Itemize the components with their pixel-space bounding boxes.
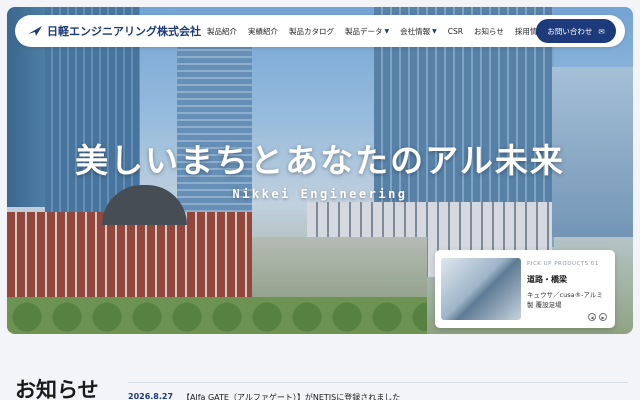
pickup-description: キュウサ／cusa®-アルミ製 覆設足場 — [527, 291, 603, 309]
pickup-title: 道路・橋梁 — [527, 275, 567, 284]
caret-down-icon: ▼ — [432, 27, 437, 35]
nav-item-catalog[interactable]: 製品カタログ — [289, 26, 334, 37]
nav-item-label: 実績紹介 — [248, 26, 278, 36]
nav-item-company[interactable]: 会社情報 ▼ — [400, 26, 437, 37]
nav-item-label: 製品データ — [345, 26, 383, 36]
nav-item-label: CSR — [447, 26, 463, 36]
next-icon[interactable]: ▶ — [599, 313, 607, 321]
nav-item-product-data[interactable]: 製品データ ▼ — [345, 26, 389, 37]
pickup-image — [441, 258, 521, 320]
hero-headline: 美しいまちとあなたのアル未来 — [75, 141, 565, 180]
nav-item-label: 製品紹介 — [207, 26, 237, 36]
pickup-controls: ◀ ▶ — [588, 313, 607, 321]
mail-icon: ✉ — [598, 26, 605, 36]
pickup-eyebrow: PICK UP PRODUCTS 01 — [527, 261, 599, 267]
nav-item-label: お知らせ — [473, 26, 504, 36]
logo-text: 日軽エンジニアリング株式会社 — [47, 25, 201, 38]
nav-item-news[interactable]: お知らせ — [474, 26, 504, 37]
nav-item-label: 製品カタログ — [289, 26, 334, 36]
news-date: 2026.8.27 — [128, 392, 174, 400]
news-item[interactable]: 2026.8.27 【Alfa GATE（アルファゲート）】がNETISに登録さ… — [128, 382, 628, 400]
logo[interactable]: 日軽エンジニアリング株式会社 — [27, 23, 201, 39]
news-heading: お知らせ — [15, 378, 99, 400]
contact-button[interactable]: お問い合わせ ✉ — [536, 19, 616, 43]
caret-down-icon: ▼ — [384, 27, 390, 35]
hero-subline: Nikkei Engineering — [232, 187, 408, 201]
main-nav: 製品紹介 実績紹介 製品カタログ 製品データ ▼ 会社情報 ▼ CSR お知らせ 採… — [207, 15, 545, 47]
nav-item-works[interactable]: 実績紹介 — [248, 26, 278, 37]
contact-button-label: お問い合わせ — [547, 26, 593, 36]
page: 美しいまちとあなたのアル未来 Nikkei Engineering 日軽エンジニ… — [0, 0, 640, 400]
nav-item-products[interactable]: 製品紹介 — [207, 26, 237, 37]
nav-item-csr[interactable]: CSR — [448, 27, 463, 36]
prev-icon[interactable]: ◀ — [588, 313, 596, 321]
logo-mark-icon — [28, 26, 42, 36]
nav-item-label: 会社情報 — [400, 26, 431, 36]
pickup-card[interactable]: PICK UP PRODUCTS 01 道路・橋梁 キュウサ／cusa®-アルミ… — [435, 250, 615, 328]
news-title[interactable]: 【Alfa GATE（アルファゲート）】がNETISに登録されました — [182, 392, 400, 400]
site-header: 日軽エンジニアリング株式会社 製品紹介 実績紹介 製品カタログ 製品データ ▼ 会… — [15, 15, 625, 47]
